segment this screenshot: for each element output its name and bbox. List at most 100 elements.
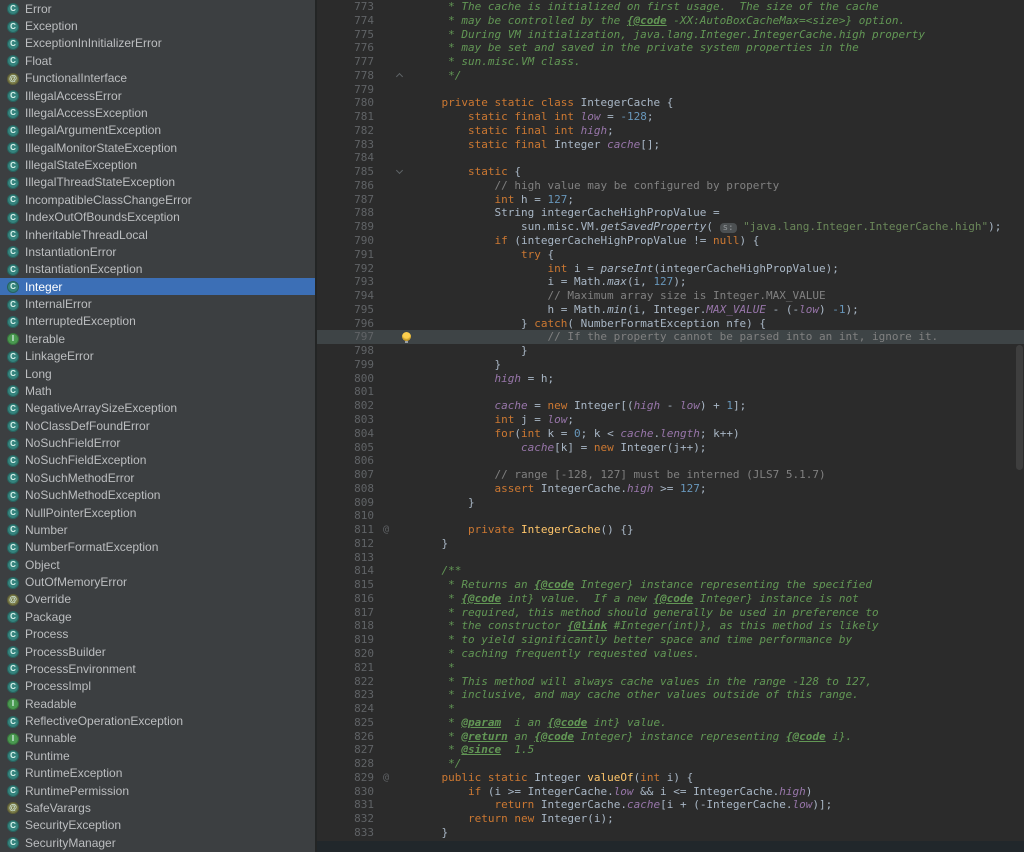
code-line-806[interactable]: 806 <box>317 454 1024 468</box>
code-line-797[interactable]: 797 // If the property cannot be parsed … <box>317 330 1024 345</box>
annotation-gutter-icon[interactable]: @ <box>383 523 389 537</box>
line-number[interactable]: 790 <box>317 234 379 248</box>
sidebar-item-Exception[interactable]: C Exception <box>0 17 315 34</box>
sidebar-item-IllegalAccessError[interactable]: C IllegalAccessError <box>0 87 315 104</box>
code-line-821[interactable]: 821 * <box>317 661 1024 675</box>
line-number[interactable]: 812 <box>317 537 379 551</box>
code-line-794[interactable]: 794 // Maximum array size is Integer.MAX… <box>317 289 1024 303</box>
line-number[interactable]: 796 <box>317 317 379 331</box>
line-number[interactable]: 785 <box>317 165 379 179</box>
sidebar-item-IncompatibleClassChangeError[interactable]: C IncompatibleClassChangeError <box>0 191 315 208</box>
line-number[interactable]: 828 <box>317 757 379 771</box>
sidebar-item-NullPointerException[interactable]: C NullPointerException <box>0 504 315 521</box>
fold-marker-icon[interactable] <box>395 167 404 175</box>
sidebar-item-NoSuchMethodError[interactable]: C NoSuchMethodError <box>0 469 315 486</box>
code-line-786[interactable]: 786 // high value may be configured by p… <box>317 179 1024 193</box>
sidebar-item-Iterable[interactable]: I Iterable <box>0 330 315 347</box>
sidebar-item-IllegalStateException[interactable]: C IllegalStateException <box>0 156 315 173</box>
line-number[interactable]: 779 <box>317 83 379 97</box>
code-line-777[interactable]: 777 * sun.misc.VM class. <box>317 55 1024 69</box>
code-line-814[interactable]: 814 /** <box>317 564 1024 578</box>
code-line-783[interactable]: 783 static final Integer cache[]; <box>317 138 1024 152</box>
sidebar-item-InstantiationError[interactable]: C InstantiationError <box>0 243 315 260</box>
code-line-787[interactable]: 787 int h = 127; <box>317 193 1024 207</box>
line-number[interactable]: 833 <box>317 826 379 840</box>
code-line-779[interactable]: 779 <box>317 83 1024 97</box>
sidebar-item-NegativeArraySizeException[interactable]: C NegativeArraySizeException <box>0 400 315 417</box>
line-number[interactable]: 830 <box>317 785 379 799</box>
line-number[interactable]: 778 <box>317 69 379 83</box>
line-number[interactable]: 794 <box>317 289 379 303</box>
sidebar-item-InstantiationException[interactable]: C InstantiationException <box>0 261 315 278</box>
sidebar-item-NumberFormatException[interactable]: C NumberFormatException <box>0 539 315 556</box>
sidebar-item-Runnable[interactable]: I Runnable <box>0 730 315 747</box>
line-number[interactable]: 829 <box>317 771 379 785</box>
sidebar-item-FunctionalInterface[interactable]: @ FunctionalInterface <box>0 70 315 87</box>
sidebar-item-Integer[interactable]: C Integer <box>0 278 315 296</box>
sidebar-item-RuntimeException[interactable]: C RuntimeException <box>0 765 315 782</box>
sidebar-item-IllegalAccessException[interactable]: C IllegalAccessException <box>0 104 315 121</box>
code-line-818[interactable]: 818 * the constructor {@link #Integer(in… <box>317 619 1024 633</box>
line-number[interactable]: 800 <box>317 372 379 386</box>
editor-scrollbar[interactable] <box>1016 345 1023 470</box>
line-number[interactable]: 814 <box>317 564 379 578</box>
sidebar-item-NoSuchFieldException[interactable]: C NoSuchFieldException <box>0 452 315 469</box>
code-line-789[interactable]: 789 sun.misc.VM.getSavedProperty( s: "ja… <box>317 220 1024 234</box>
line-number[interactable]: 795 <box>317 303 379 317</box>
line-number[interactable]: 788 <box>317 206 379 220</box>
code-line-831[interactable]: 831 return IntegerCache.cache[i + (-Inte… <box>317 798 1024 812</box>
sidebar-item-IllegalArgumentException[interactable]: C IllegalArgumentException <box>0 122 315 139</box>
line-number[interactable]: 786 <box>317 179 379 193</box>
code-line-826[interactable]: 826 * @return an {@code Integer} instanc… <box>317 730 1024 744</box>
line-number[interactable]: 774 <box>317 14 379 28</box>
code-line-811[interactable]: 811 @ private IntegerCache() {} <box>317 523 1024 537</box>
code-editor[interactable]: 773 * The cache is initialized on first … <box>317 0 1024 852</box>
line-number[interactable]: 821 <box>317 661 379 675</box>
line-number[interactable]: 819 <box>317 633 379 647</box>
code-line-780[interactable]: 780 private static class IntegerCache { <box>317 96 1024 110</box>
line-number[interactable]: 823 <box>317 688 379 702</box>
code-line-825[interactable]: 825 * @param i an {@code int} value. <box>317 716 1024 730</box>
line-number[interactable]: 806 <box>317 454 379 468</box>
line-number[interactable]: 780 <box>317 96 379 110</box>
code-line-812[interactable]: 812 } <box>317 537 1024 551</box>
sidebar-item-Package[interactable]: C Package <box>0 608 315 625</box>
code-line-798[interactable]: 798 } <box>317 344 1024 358</box>
line-number[interactable]: 826 <box>317 730 379 744</box>
sidebar-item-ReflectiveOperationException[interactable]: C ReflectiveOperationException <box>0 712 315 729</box>
code-line-804[interactable]: 804 for(int k = 0; k < cache.length; k++… <box>317 427 1024 441</box>
code-line-793[interactable]: 793 i = Math.max(i, 127); <box>317 275 1024 289</box>
line-number[interactable]: 777 <box>317 55 379 69</box>
line-number[interactable]: 781 <box>317 110 379 124</box>
code-line-799[interactable]: 799 } <box>317 358 1024 372</box>
code-line-803[interactable]: 803 int j = low; <box>317 413 1024 427</box>
code-line-808[interactable]: 808 assert IntegerCache.high >= 127; <box>317 482 1024 496</box>
code-line-824[interactable]: 824 * <box>317 702 1024 716</box>
sidebar-item-ExceptionInInitializerError[interactable]: C ExceptionInInitializerError <box>0 35 315 52</box>
code-line-776[interactable]: 776 * may be set and saved in the privat… <box>317 41 1024 55</box>
sidebar-item-OutOfMemoryError[interactable]: C OutOfMemoryError <box>0 573 315 590</box>
fold-marker-icon[interactable] <box>395 72 404 80</box>
line-number[interactable]: 815 <box>317 578 379 592</box>
sidebar-item-InternalError[interactable]: C InternalError <box>0 295 315 312</box>
code-line-822[interactable]: 822 * This method will always cache valu… <box>317 675 1024 689</box>
sidebar-item-RuntimePermission[interactable]: C RuntimePermission <box>0 782 315 799</box>
annotation-gutter-icon[interactable]: @ <box>383 771 389 785</box>
code-line-775[interactable]: 775 * During VM initialization, java.lan… <box>317 28 1024 42</box>
line-number[interactable]: 782 <box>317 124 379 138</box>
line-number[interactable]: 824 <box>317 702 379 716</box>
code-line-816[interactable]: 816 * {@code int} value. If a new {@code… <box>317 592 1024 606</box>
code-line-781[interactable]: 781 static final int low = -128; <box>317 110 1024 124</box>
line-number[interactable]: 817 <box>317 606 379 620</box>
line-number[interactable]: 801 <box>317 385 379 399</box>
code-line-819[interactable]: 819 * to yield significantly better spac… <box>317 633 1024 647</box>
code-line-833[interactable]: 833 } <box>317 826 1024 840</box>
line-number[interactable]: 793 <box>317 275 379 289</box>
line-number[interactable]: 808 <box>317 482 379 496</box>
sidebar-item-Object[interactable]: C Object <box>0 556 315 573</box>
sidebar-item-Override[interactable]: @ Override <box>0 591 315 608</box>
line-number[interactable]: 775 <box>317 28 379 42</box>
line-number[interactable]: 822 <box>317 675 379 689</box>
sidebar-item-Math[interactable]: C Math <box>0 382 315 399</box>
code-line-817[interactable]: 817 * required, this method should gener… <box>317 606 1024 620</box>
